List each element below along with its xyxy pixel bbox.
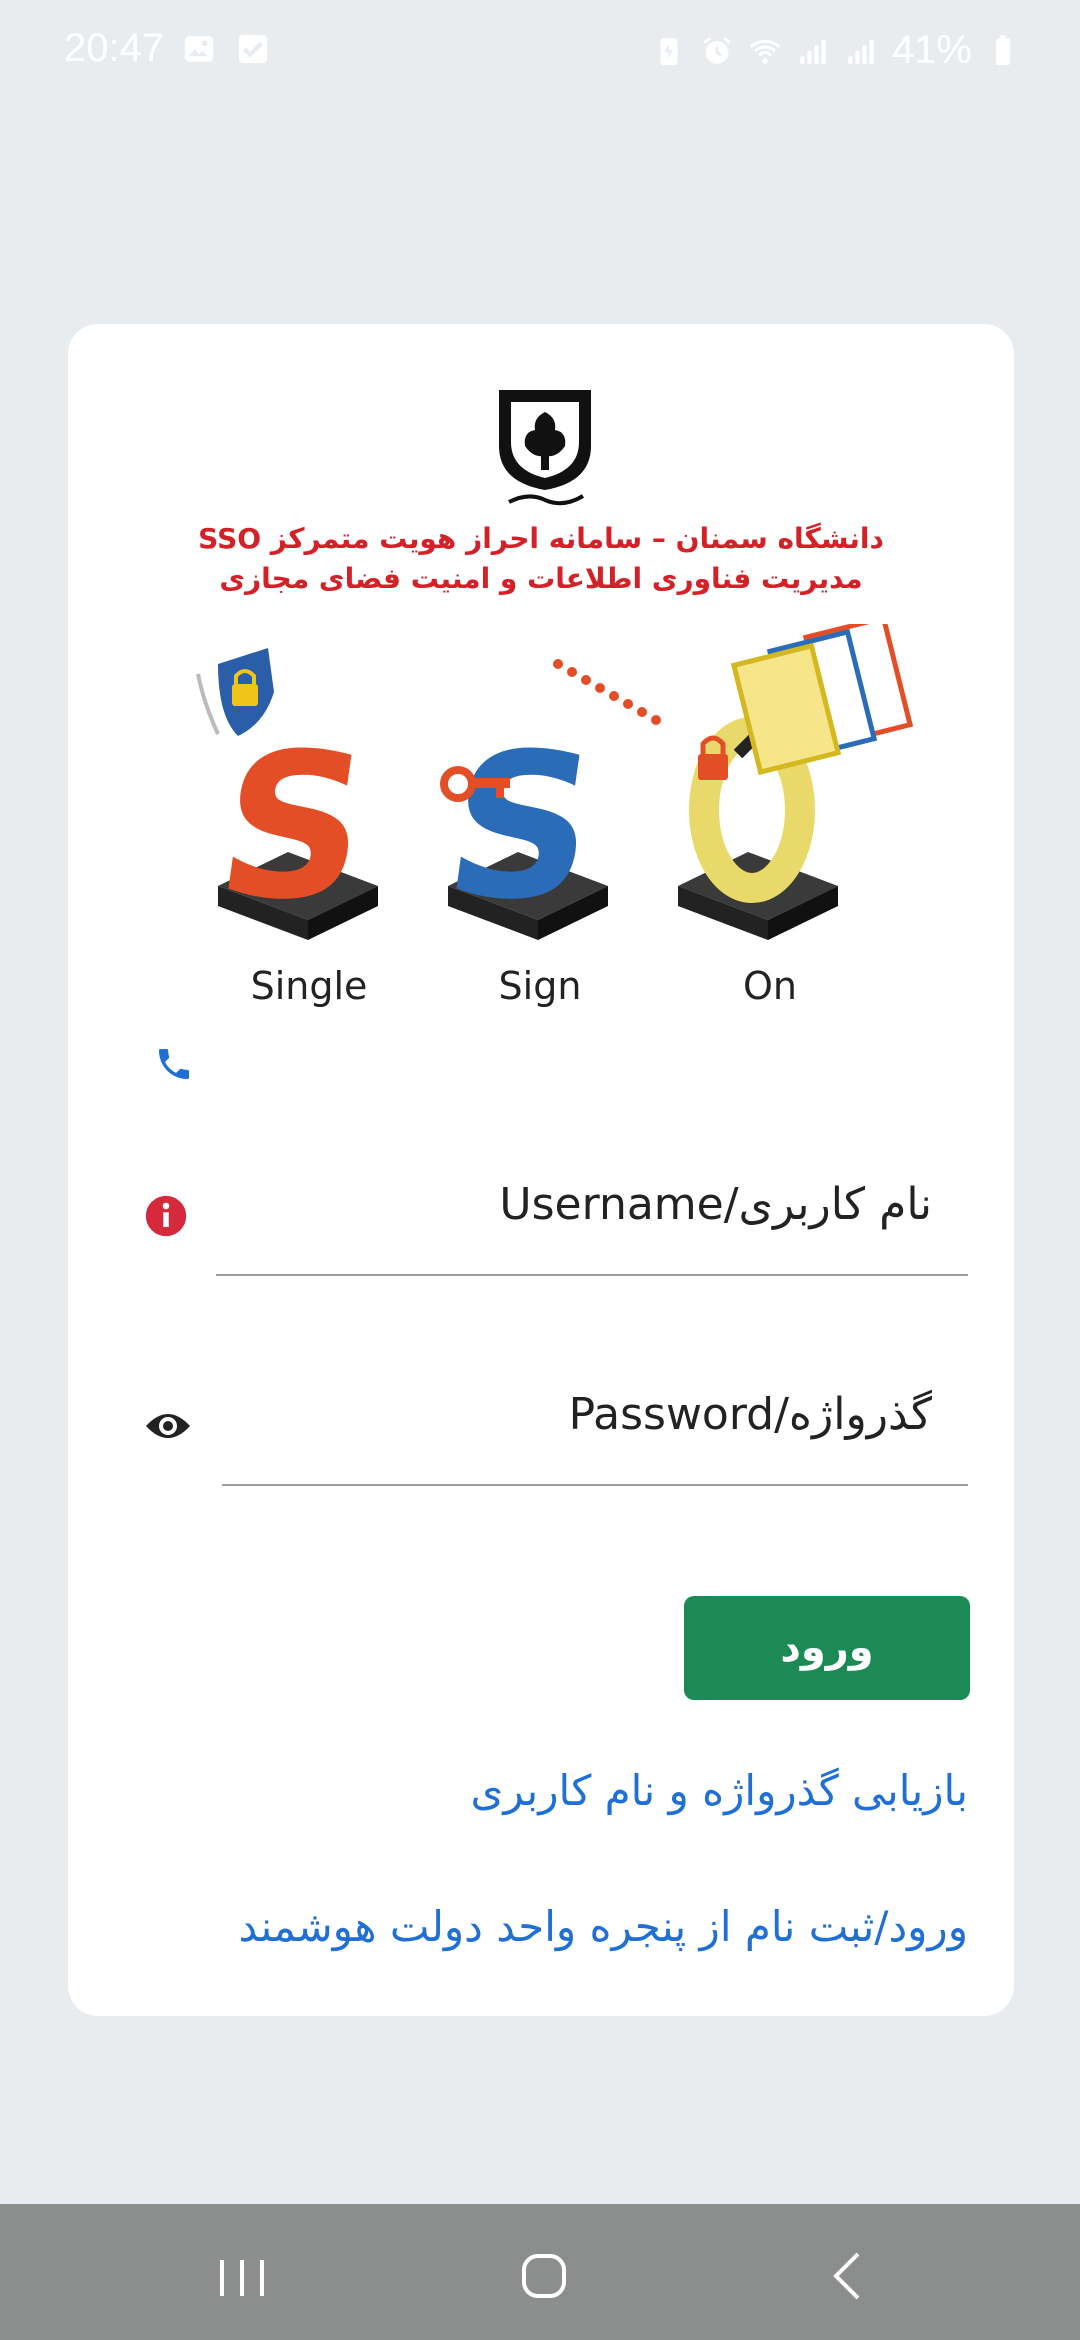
sso-label-sign: Sign (498, 964, 582, 1008)
signal-icon (848, 39, 874, 64)
university-logo (499, 390, 591, 506)
sso-label-single: Single (250, 964, 368, 1008)
home-icon[interactable] (514, 2246, 574, 2306)
navigation-bar (0, 2204, 1080, 2340)
recover-credentials-link[interactable]: بازیابی گذرواژه و نام کاربری (471, 1766, 969, 1815)
smart-government-login-link[interactable]: ورود/ثبت نام از پنجره واحد دولت هوشمند (238, 1902, 968, 1951)
wifi-icon (749, 39, 781, 64)
status-time: 20:47 (64, 26, 165, 70)
pedestal-single-icon: S (205, 711, 382, 944)
password-field[interactable] (222, 1354, 968, 1486)
alarm-icon (703, 36, 731, 64)
check-box-icon (238, 34, 268, 64)
status-right: 41% (652, 28, 1020, 73)
phone-icon[interactable] (154, 1044, 194, 1084)
info-icon[interactable] (144, 1194, 188, 1238)
battery-icon (995, 34, 1011, 65)
username-field[interactable] (216, 1144, 968, 1276)
recents-icon[interactable] (212, 2246, 272, 2306)
battery-saver-icon (660, 37, 678, 65)
battery-percent: 41% (891, 28, 972, 72)
status-bar: 20:47 41% (0, 0, 1080, 100)
image-icon (184, 36, 214, 62)
username-input[interactable] (216, 1144, 968, 1264)
pedestal-sign-icon: S (433, 711, 610, 944)
signal-icon (800, 39, 826, 64)
notification-icons (182, 32, 270, 66)
login-button[interactable]: ورود (684, 1596, 970, 1700)
login-card: دانشگاه سمنان – سامانه احراز هویت متمرکز… (68, 324, 1014, 2016)
sso-label-on: On (743, 964, 797, 1008)
password-input[interactable] (222, 1354, 968, 1474)
sso-illustration: S S (196, 624, 914, 944)
header-title: دانشگاه سمنان – سامانه احراز هویت متمرکز… (198, 522, 884, 555)
eye-icon[interactable] (144, 1406, 192, 1446)
header-subtitle: مدیریت فناوری اطلاعات و امنیت فضای مجازی (219, 562, 863, 595)
back-icon[interactable] (818, 2246, 878, 2306)
